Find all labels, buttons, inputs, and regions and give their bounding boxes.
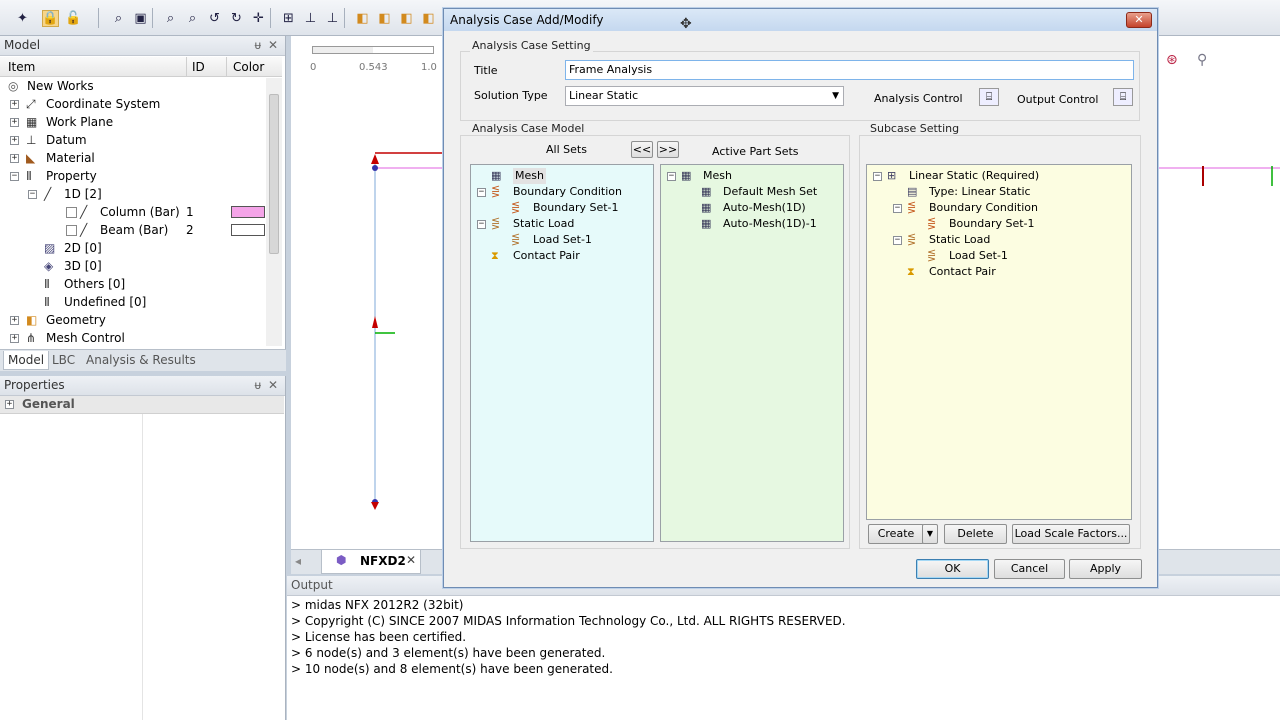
all-sets-label: All Sets — [546, 143, 587, 156]
output-line: > midas NFX 2012R2 (32bit) — [291, 598, 464, 612]
model-tree: ◎ New Works + ⤢ Coordinate System + ▦ Work Pl… — [0, 77, 266, 347]
axis2-icon[interactable]: ⊥ — [324, 10, 341, 27]
output-line: > 6 node(s) and 3 element(s) have been g… — [291, 646, 606, 660]
view-iso-icon[interactable]: ◧ — [354, 10, 371, 27]
lock-icon[interactable]: 🔒 — [42, 10, 59, 27]
model-panel-title: Model — [4, 38, 41, 52]
col-item[interactable]: Item — [8, 60, 35, 74]
axis-icon[interactable]: ⊥ — [302, 10, 319, 27]
active-part-sets-label: Active Part Sets — [712, 145, 799, 158]
tab-lbc[interactable]: LBC — [52, 353, 75, 367]
tab-analysis-results[interactable]: Analysis & Results — [86, 353, 196, 367]
tree-item-column-bar[interactable]: ╱ Column (Bar) 1 — [66, 204, 266, 220]
model-panel-header: Model ᵾ ✕ — [0, 36, 285, 56]
view-side-icon[interactable]: ◧ — [420, 10, 437, 27]
tab-nfxd2[interactable]: ⬢ NFXD2 ✕ — [321, 550, 421, 574]
output-control-label: Output Control — [1017, 93, 1099, 106]
run-icon[interactable]: ✦ — [14, 10, 31, 27]
model-panel: Model ᵾ ✕ Item ID Color ◎ New Works + ⤢ Coo… — [0, 36, 286, 371]
filter-icon[interactable]: ⚲ — [1197, 52, 1207, 68]
grid-icon[interactable]: ⊞ — [280, 10, 297, 27]
tab-scroll-left-icon[interactable]: ◂ — [295, 554, 301, 568]
case-setting-label: Analysis Case Setting — [470, 39, 593, 52]
color-swatch[interactable] — [231, 206, 265, 218]
close-icon[interactable]: ✕ — [268, 36, 278, 55]
close-tab-icon[interactable]: ✕ — [406, 553, 416, 567]
analysis-case-dialog: Analysis Case Add/Modify ✥ ✕ Analysis Ca… — [443, 8, 1158, 588]
dialog-titlebar[interactable]: Analysis Case Add/Modify ✥ ✕ — [444, 9, 1157, 32]
subcase-tree: − ⊞ Linear Static (Required) ▤ Type: Linear… — [866, 164, 1132, 520]
pin-icon[interactable]: ᵾ — [254, 376, 261, 395]
rotate-right-icon[interactable]: ↻ — [228, 10, 245, 27]
subcase-label: Subcase Setting — [868, 122, 962, 135]
cancel-button[interactable]: Cancel — [994, 559, 1065, 579]
model-icon: ⬢ — [336, 553, 347, 567]
tree-item-beam-bar[interactable]: ╱ Beam (Bar) 2 — [66, 222, 266, 238]
chevron-down-icon: ▼ — [926, 529, 934, 538]
create-dropdown-button[interactable]: ▼ — [922, 524, 938, 544]
zoom-dynamic-icon[interactable]: ⌕ — [184, 10, 201, 27]
solution-type-select[interactable]: Linear Static ▼ — [565, 86, 844, 106]
checkbox[interactable] — [66, 207, 77, 218]
rotate-left-icon[interactable]: ↺ — [206, 10, 223, 27]
col-id[interactable]: ID — [192, 60, 205, 74]
tree-header: Item ID Color — [0, 57, 282, 77]
move-left-button[interactable]: << — [631, 141, 653, 158]
properties-panel: Properties ᵾ ✕ + General — [0, 376, 286, 720]
view-front-icon[interactable]: ◧ — [376, 10, 393, 27]
title-input[interactable]: Frame Analysis — [565, 60, 1134, 80]
chevron-down-icon: ▼ — [832, 91, 839, 101]
analysis-control-label: Analysis Control — [874, 92, 963, 105]
properties-header: Properties ᵾ ✕ — [0, 376, 285, 396]
pan-icon[interactable]: ✛ — [250, 10, 267, 27]
output-line: > Copyright (C) SINCE 2007 MIDAS Informa… — [291, 614, 846, 628]
solution-type-label: Solution Type — [474, 89, 548, 102]
dialog-title: Analysis Case Add/Modify — [450, 13, 604, 27]
zoom-fit-icon[interactable]: ⌕ — [162, 10, 179, 27]
view-top-icon[interactable]: ◧ — [398, 10, 415, 27]
tab-model[interactable]: Model — [3, 351, 50, 370]
output-control-button[interactable]: ⌸ — [1113, 88, 1133, 106]
create-button[interactable]: Create — [868, 524, 924, 544]
analysis-control-button[interactable]: ⌸ — [979, 88, 999, 106]
unlock-icon[interactable]: 🔓 — [65, 10, 82, 27]
case-model-label: Analysis Case Model — [470, 122, 587, 135]
col-color[interactable]: Color — [233, 60, 264, 74]
active-sets-tree: − ▦ Mesh ▦ Default Mesh Set ▦ Auto-Mesh(1D) … — [660, 164, 844, 542]
properties-group-general[interactable]: + General — [0, 396, 284, 414]
apply-button[interactable]: Apply — [1069, 559, 1142, 579]
output-line: > 10 node(s) and 8 element(s) have been … — [291, 662, 613, 676]
close-icon[interactable]: ✕ — [268, 376, 278, 395]
move-right-button[interactable]: >> — [657, 141, 679, 158]
output-line: > License has been certified. — [291, 630, 467, 644]
render-icon[interactable]: ⊛ — [1166, 52, 1178, 68]
dialog-close-button[interactable]: ✕ — [1126, 12, 1152, 28]
title-label: Title — [474, 64, 498, 77]
properties-title: Properties — [4, 378, 65, 392]
color-swatch[interactable] — [231, 224, 265, 236]
scroll-thumb[interactable] — [269, 94, 279, 254]
checkbox[interactable] — [66, 225, 77, 236]
pin-icon[interactable]: ᵾ — [254, 36, 261, 55]
ok-button[interactable]: OK — [916, 559, 989, 579]
all-sets-tree: ▦ Mesh − ⋚ Boundary Condition ⋚ Boundary Set… — [470, 164, 654, 542]
zoom-icon[interactable]: ⌕ — [110, 10, 127, 27]
model-tabs: Model LBC Analysis & Results — [0, 349, 286, 371]
zoom-window-icon[interactable]: ▣ — [132, 10, 149, 27]
delete-button[interactable]: Delete — [944, 524, 1007, 544]
load-scale-factors-button[interactable]: Load Scale Factors... — [1012, 524, 1130, 544]
move-cursor-icon: ✥ — [680, 16, 692, 32]
tree-scrollbar[interactable] — [266, 78, 282, 346]
